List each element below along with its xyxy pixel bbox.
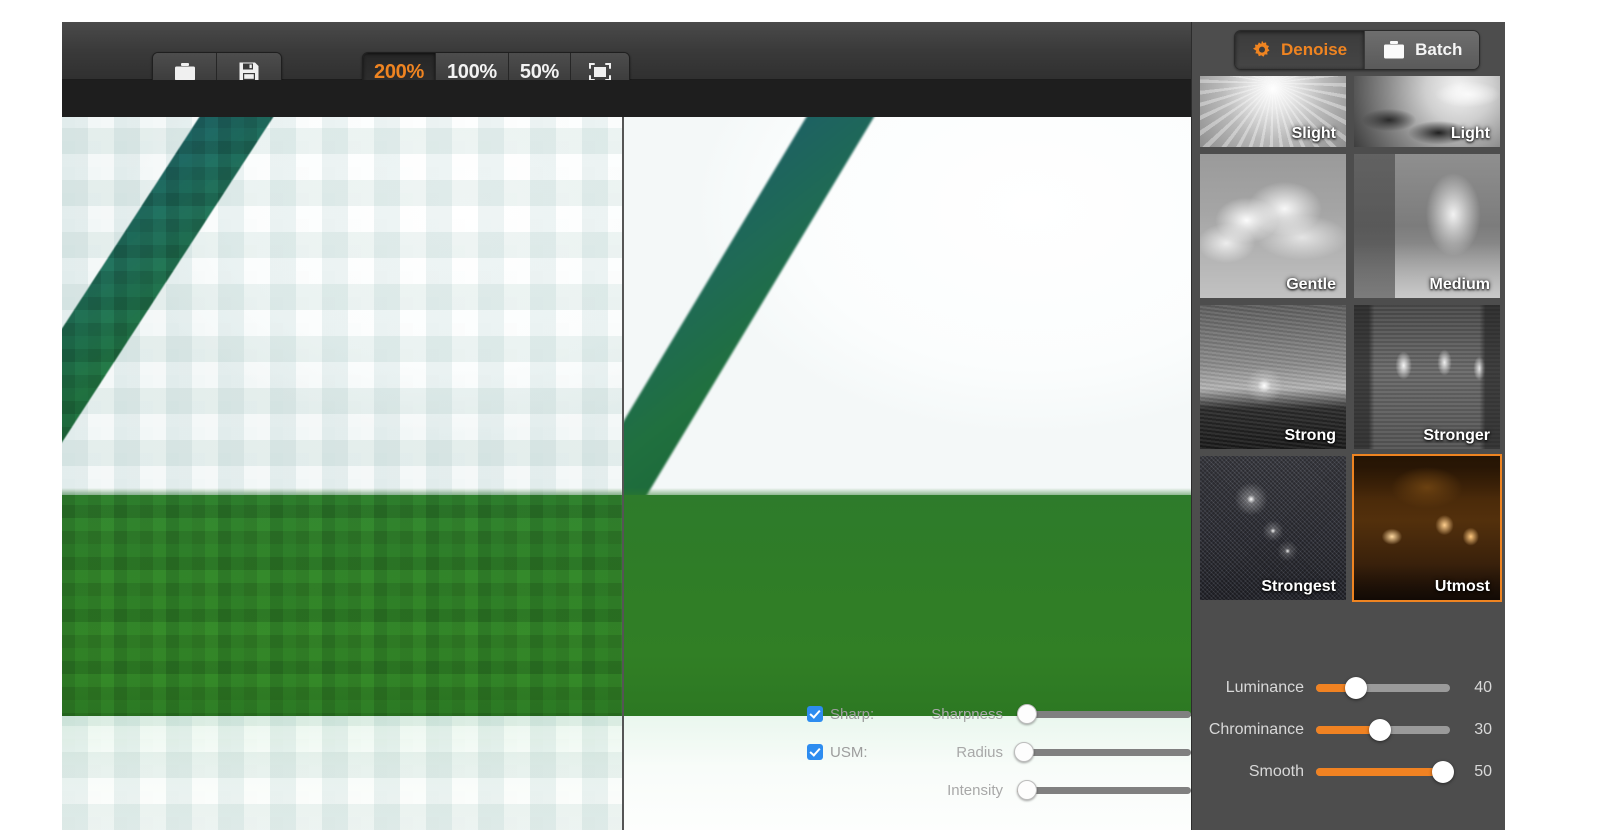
photo-leaf-mass (624, 487, 1191, 724)
chrominance-slider-knob[interactable] (1369, 719, 1392, 741)
intensity-row: Intensity (807, 771, 1191, 809)
smooth-row: Smooth 50 (1192, 751, 1505, 793)
sharpness-slider-knob[interactable] (1017, 704, 1038, 724)
tab-batch-label: Batch (1415, 40, 1463, 59)
preset-gentle[interactable]: Gentle (1198, 152, 1348, 300)
radius-slider-track (1017, 748, 1191, 756)
luminance-slider[interactable] (1316, 677, 1450, 699)
image-preview-area: Sharp: Sharpness USM: Radius Intensity (62, 117, 1191, 830)
preset-thumbnail (1354, 76, 1500, 147)
sharpen-controls-panel: Sharp: Sharpness USM: Radius Intensity (807, 695, 1191, 809)
preset-utmost[interactable]: Utmost (1352, 454, 1502, 602)
preset-thumbnail (1354, 154, 1500, 298)
preset-stronger[interactable]: Stronger (1352, 303, 1502, 451)
smooth-value: 50 (1474, 763, 1492, 780)
smooth-slider[interactable] (1316, 761, 1455, 783)
preset-thumbnail (1200, 305, 1346, 449)
preset-slight[interactable]: Slight (1198, 74, 1348, 149)
screen: 200% 100% 50% Sharp: Sharpness USM: Radi… (0, 0, 1600, 830)
app-window: 200% 100% 50% Sharp: Sharpness USM: Radi… (62, 22, 1505, 830)
chrominance-slider[interactable] (1316, 719, 1450, 741)
luminance-label: Luminance (1225, 679, 1304, 696)
preset-thumbnail (1200, 456, 1346, 600)
intensity-slider-knob[interactable] (1017, 780, 1038, 800)
right-sidebar: Denoise Batch Slight Light Gentle Medium… (1191, 22, 1505, 830)
tab-denoise[interactable]: Denoise (1235, 31, 1366, 69)
photo-noise-blocks-secondary (62, 117, 622, 830)
usm-checkbox[interactable] (807, 744, 823, 760)
sharp-checkbox-wrap: Sharp: (807, 706, 915, 723)
preset-light[interactable]: Light (1352, 74, 1502, 149)
intensity-slider[interactable] (1017, 780, 1191, 800)
preset-strong[interactable]: Strong (1198, 303, 1348, 451)
preset-thumbnail (1200, 154, 1346, 298)
denoise-preset-grid: Slight Light Gentle Medium Strong Strong… (1198, 74, 1504, 602)
sharpness-slider[interactable] (1017, 704, 1191, 724)
folder-icon (173, 62, 197, 82)
radius-slider[interactable] (1013, 742, 1191, 762)
preset-strongest[interactable]: Strongest (1198, 454, 1348, 602)
luminance-value: 40 (1474, 679, 1492, 696)
radius-label: Radius (956, 743, 1003, 761)
preset-medium[interactable]: Medium (1352, 152, 1502, 300)
smooth-slider-fill (1316, 768, 1444, 776)
chrominance-label: Chrominance (1208, 721, 1304, 738)
radius-slider-knob[interactable] (1013, 742, 1034, 762)
smooth-slider-knob[interactable] (1432, 761, 1455, 783)
sharpness-slider-track (1017, 710, 1191, 718)
sharpness-label: Sharpness (931, 705, 1003, 723)
folder-icon (1382, 40, 1406, 60)
preset-thumbnail (1200, 76, 1346, 147)
intensity-label: Intensity (947, 781, 1003, 799)
tab-denoise-label: Denoise (1281, 40, 1348, 59)
luminance-slider-knob[interactable] (1345, 677, 1368, 699)
denoise-slider-group: Luminance 40 Chrominance 30 Smooth 50 (1192, 667, 1505, 793)
preset-thumbnail (1354, 456, 1500, 600)
usm-checkbox-wrap: USM: (807, 744, 915, 761)
sharp-checkbox-label: Sharp: (830, 705, 875, 723)
sharp-checkbox[interactable] (807, 706, 823, 722)
gear-icon (1252, 40, 1272, 60)
radius-row: USM: Radius (807, 733, 1191, 771)
chrominance-value: 30 (1474, 721, 1492, 738)
sharpness-row: Sharp: Sharpness (807, 695, 1191, 733)
chrominance-row: Chrominance 30 (1192, 709, 1505, 751)
smooth-label: Smooth (1248, 763, 1304, 780)
tab-batch[interactable]: Batch (1365, 31, 1480, 69)
before-photo (62, 117, 622, 830)
preset-thumbnail (1354, 305, 1500, 449)
luminance-row: Luminance 40 (1192, 667, 1505, 709)
sidebar-tab-group: Denoise Batch (1234, 30, 1481, 70)
usm-checkbox-label: USM: (830, 743, 868, 761)
intensity-slider-track (1017, 786, 1191, 794)
before-image-pane[interactable] (62, 117, 622, 830)
